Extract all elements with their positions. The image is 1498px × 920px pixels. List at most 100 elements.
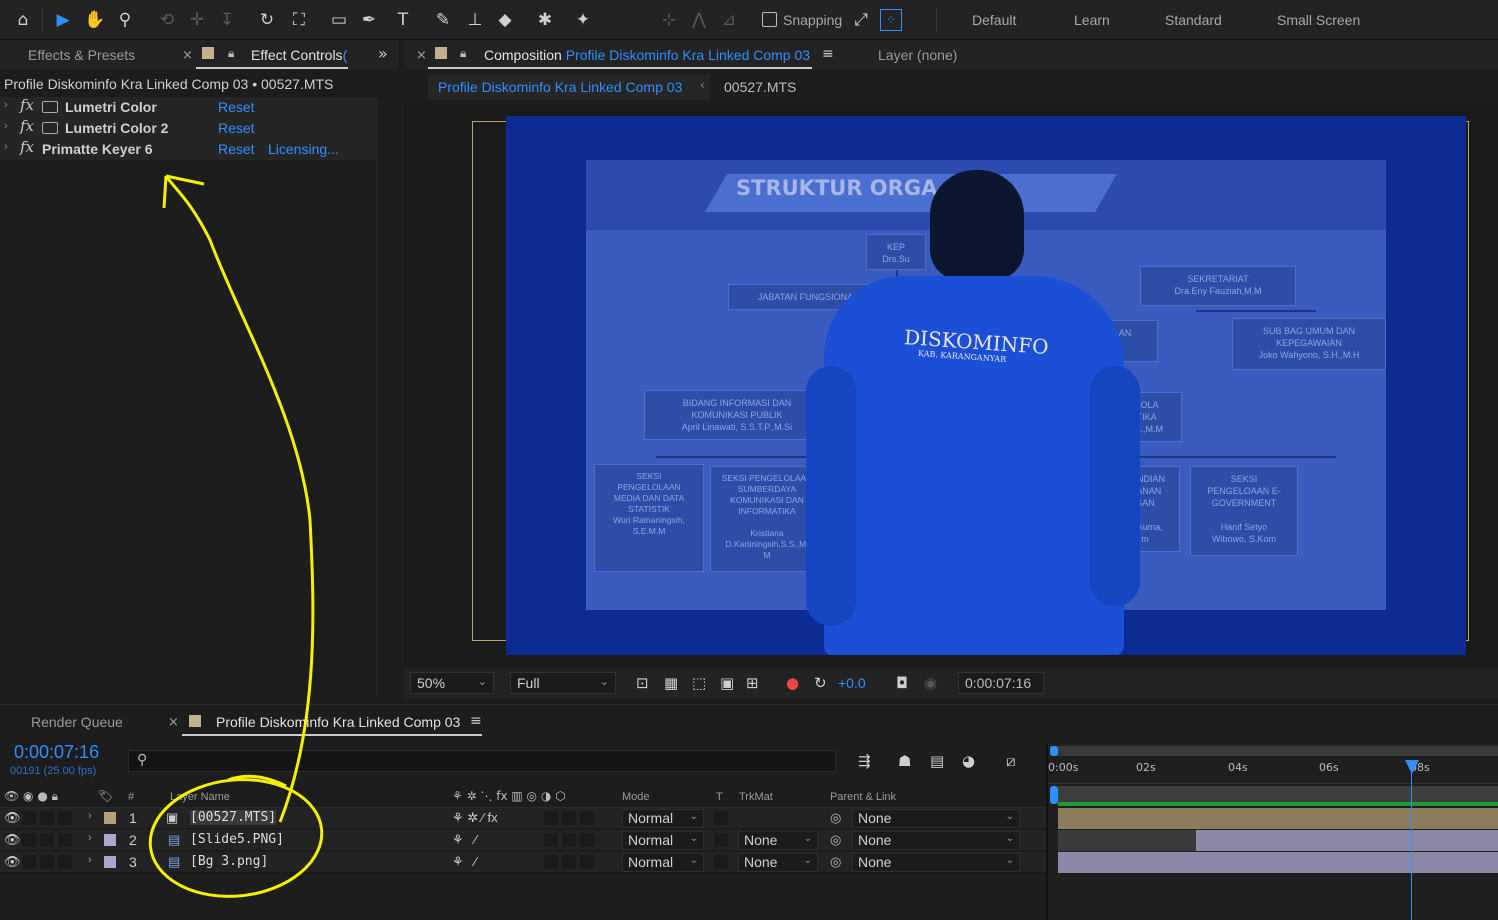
playhead-handle[interactable] bbox=[1405, 760, 1419, 774]
chevron-right-icon[interactable]: › bbox=[4, 141, 8, 153]
layer-search-input[interactable]: ⚲ bbox=[128, 750, 836, 772]
zoom-tool-icon[interactable]: ⚲ bbox=[112, 7, 138, 33]
type-tool-icon[interactable]: T bbox=[390, 7, 416, 33]
parent-dropdown[interactable]: None ⌄ bbox=[852, 853, 1020, 872]
eye-icon[interactable]: 👁︎ bbox=[4, 810, 21, 826]
layer-switches[interactable]: ⚘ ⁄ bbox=[452, 854, 477, 870]
frame-blending-icon[interactable]: ▤ bbox=[930, 752, 944, 770]
time-graph[interactable]: 0:00s 02s 04s 06s 08s bbox=[1046, 744, 1498, 920]
column-trkmat[interactable]: TrkMat bbox=[739, 791, 773, 803]
color-channels-icon[interactable]: ● bbox=[786, 674, 799, 692]
layer-row-2[interactable]: 👁︎ › 2 ▤ [Slide5.PNG] ⚘ ⁄ Normal ⌄ None ⌄ … bbox=[0, 830, 1046, 851]
composition-mini-flowchart-icon[interactable]: ⇶ bbox=[858, 752, 871, 770]
column-mode[interactable]: Mode bbox=[622, 791, 650, 803]
hand-tool-icon[interactable]: ✋ bbox=[82, 7, 108, 33]
layer-label-color[interactable] bbox=[104, 812, 116, 824]
transparency-grid-icon[interactable]: ▦ bbox=[664, 674, 678, 692]
workspace-standard[interactable]: Standard bbox=[1165, 12, 1222, 28]
mask-visibility-icon[interactable]: ⬚ bbox=[692, 674, 706, 692]
pick-whip-icon[interactable]: ◎ bbox=[830, 832, 841, 848]
axis-view-icon[interactable]: ⊿ bbox=[716, 7, 742, 33]
fx-icon[interactable]: fx bbox=[20, 138, 34, 156]
fx-icon[interactable]: fx bbox=[20, 117, 34, 135]
reset-exposure-icon[interactable]: ↻ bbox=[814, 674, 827, 692]
tab-effects-presets[interactable]: Effects & Presets bbox=[28, 47, 135, 63]
layer-name[interactable]: [00527.MTS] bbox=[190, 810, 277, 825]
pick-whip-icon[interactable]: ◎ bbox=[830, 854, 841, 870]
blend-mode-dropdown[interactable]: Normal ⌄ bbox=[622, 831, 704, 850]
orbit-camera-icon[interactable]: ⟲ bbox=[154, 7, 180, 33]
panel-menu-icon[interactable]: ≡ bbox=[822, 46, 834, 62]
column-layer-name[interactable]: Layer Name bbox=[170, 791, 230, 803]
parent-dropdown[interactable]: None ⌄ bbox=[852, 831, 1020, 850]
breadcrumb-comp[interactable]: Profile Diskominfo Kra Linked Comp 03 ‹ bbox=[428, 74, 710, 100]
layer-label-color[interactable] bbox=[104, 834, 116, 846]
show-snapshot-icon[interactable]: ◉ bbox=[924, 674, 937, 692]
axis-world-icon[interactable]: ⋀ bbox=[686, 7, 712, 33]
chevron-right-icon[interactable]: › bbox=[88, 810, 92, 822]
lock-icon[interactable]: 🔒︎ bbox=[228, 46, 234, 61]
tab-effect-controls[interactable]: Effect Controls( bbox=[251, 47, 347, 63]
reset-link[interactable]: Reset bbox=[218, 141, 255, 157]
fx-icon[interactable]: fx bbox=[20, 96, 34, 114]
more-panels-icon[interactable]: » bbox=[378, 44, 388, 63]
snap-grid-icon[interactable]: ⁘ bbox=[880, 9, 902, 31]
work-area-start[interactable] bbox=[1050, 786, 1058, 804]
chevron-right-icon[interactable]: › bbox=[4, 120, 8, 132]
magnification-dropdown[interactable]: 50% ⌄ bbox=[410, 672, 494, 694]
eraser-tool-icon[interactable]: ◆ bbox=[492, 7, 518, 33]
workspace-default[interactable]: Default bbox=[972, 12, 1016, 28]
close-icon[interactable]: × bbox=[182, 48, 193, 63]
draft-3d-icon[interactable]: ☗ bbox=[898, 752, 911, 770]
resolution-dropdown[interactable]: Full ⌄ bbox=[510, 672, 616, 694]
blend-mode-dropdown[interactable]: Normal ⌄ bbox=[622, 809, 704, 828]
effects-scrollbar[interactable] bbox=[376, 100, 398, 696]
selection-tool-icon[interactable]: ▶ bbox=[50, 7, 76, 33]
reset-link[interactable]: Reset bbox=[218, 120, 255, 136]
graph-editor-icon[interactable]: ⧄ bbox=[1006, 752, 1016, 770]
clone-stamp-tool-icon[interactable]: ⊥ bbox=[462, 7, 488, 33]
layer-switches[interactable]: ⚘ ⁄ bbox=[452, 832, 477, 848]
composition-viewer[interactable]: STRUKTUR ORGA KEP Drs.Su JABATAN FUNGSIO… bbox=[404, 104, 1498, 666]
workspace-small-screen[interactable]: Small Screen bbox=[1277, 12, 1360, 28]
current-time-display[interactable]: 0:00:07:16 bbox=[14, 742, 99, 763]
layer-bar-3[interactable] bbox=[1058, 852, 1498, 873]
close-icon[interactable]: × bbox=[168, 715, 179, 730]
playhead-line[interactable] bbox=[1411, 764, 1412, 920]
column-parent-link[interactable]: Parent & Link bbox=[830, 791, 896, 803]
licensing-link[interactable]: Licensing... bbox=[268, 141, 339, 157]
layer-switches[interactable]: ⚘ ✲ ⁄ fx bbox=[452, 810, 498, 826]
effect-row-primatte-keyer[interactable]: › fx Primatte Keyer 6 Reset Licensing... bbox=[0, 138, 376, 160]
lock-icon[interactable]: 🔒︎ bbox=[460, 46, 466, 61]
roto-brush-tool-icon[interactable]: ✱ bbox=[532, 7, 558, 33]
pan-behind-tool-icon[interactable]: ⛶ bbox=[286, 7, 312, 33]
motion-blur-icon[interactable]: ◕ bbox=[962, 752, 975, 770]
tab-render-queue[interactable]: Render Queue bbox=[31, 714, 123, 730]
pen-tool-icon[interactable]: ✒ bbox=[356, 7, 382, 33]
workspace-learn[interactable]: Learn bbox=[1074, 12, 1110, 28]
rotation-tool-icon[interactable]: ↻ bbox=[254, 7, 280, 33]
layer-bar-2[interactable] bbox=[1196, 830, 1498, 851]
blend-mode-dropdown[interactable]: Normal ⌄ bbox=[622, 853, 704, 872]
rectangle-tool-icon[interactable]: ▭ bbox=[326, 7, 352, 33]
region-of-interest-icon[interactable]: ▣ bbox=[720, 674, 734, 692]
layer-label-color[interactable] bbox=[104, 856, 116, 868]
layer-bar-1[interactable] bbox=[1058, 808, 1498, 829]
navigator-start-handle[interactable] bbox=[1050, 746, 1058, 756]
tab-composition[interactable]: Composition Profile Diskominfo Kra Linke… bbox=[484, 47, 810, 63]
tab-timeline-comp[interactable]: Profile Diskominfo Kra Linked Comp 03 bbox=[216, 714, 460, 730]
pick-whip-icon[interactable]: ◎ bbox=[830, 810, 841, 826]
home-icon[interactable]: ⌂ bbox=[10, 7, 36, 33]
chevron-right-icon[interactable]: › bbox=[4, 99, 8, 111]
dolly-camera-icon[interactable]: ↧ bbox=[214, 7, 240, 33]
chevron-right-icon[interactable]: › bbox=[88, 854, 92, 866]
av-features-icon[interactable]: 👁︎ ◉ ● 🔒︎ bbox=[4, 789, 58, 804]
effect-row-lumetri-color-2[interactable]: › fx Lumetri Color 2 Reset bbox=[0, 117, 376, 139]
snapshot-camera-icon[interactable]: ◘ bbox=[896, 674, 908, 692]
time-navigator[interactable] bbox=[1050, 746, 1498, 756]
layer-name[interactable]: [Slide5.PNG] bbox=[190, 832, 284, 847]
eye-icon[interactable]: 👁︎ bbox=[4, 832, 21, 848]
layer-row-1[interactable]: 👁︎ › 1 ▣ [00527.MTS] ⚘ ✲ ⁄ fx Normal ⌄ ◎ … bbox=[0, 808, 1046, 829]
eye-icon[interactable]: 👁︎ bbox=[4, 854, 21, 870]
label-icon[interactable]: 🏷︎ bbox=[98, 789, 113, 803]
